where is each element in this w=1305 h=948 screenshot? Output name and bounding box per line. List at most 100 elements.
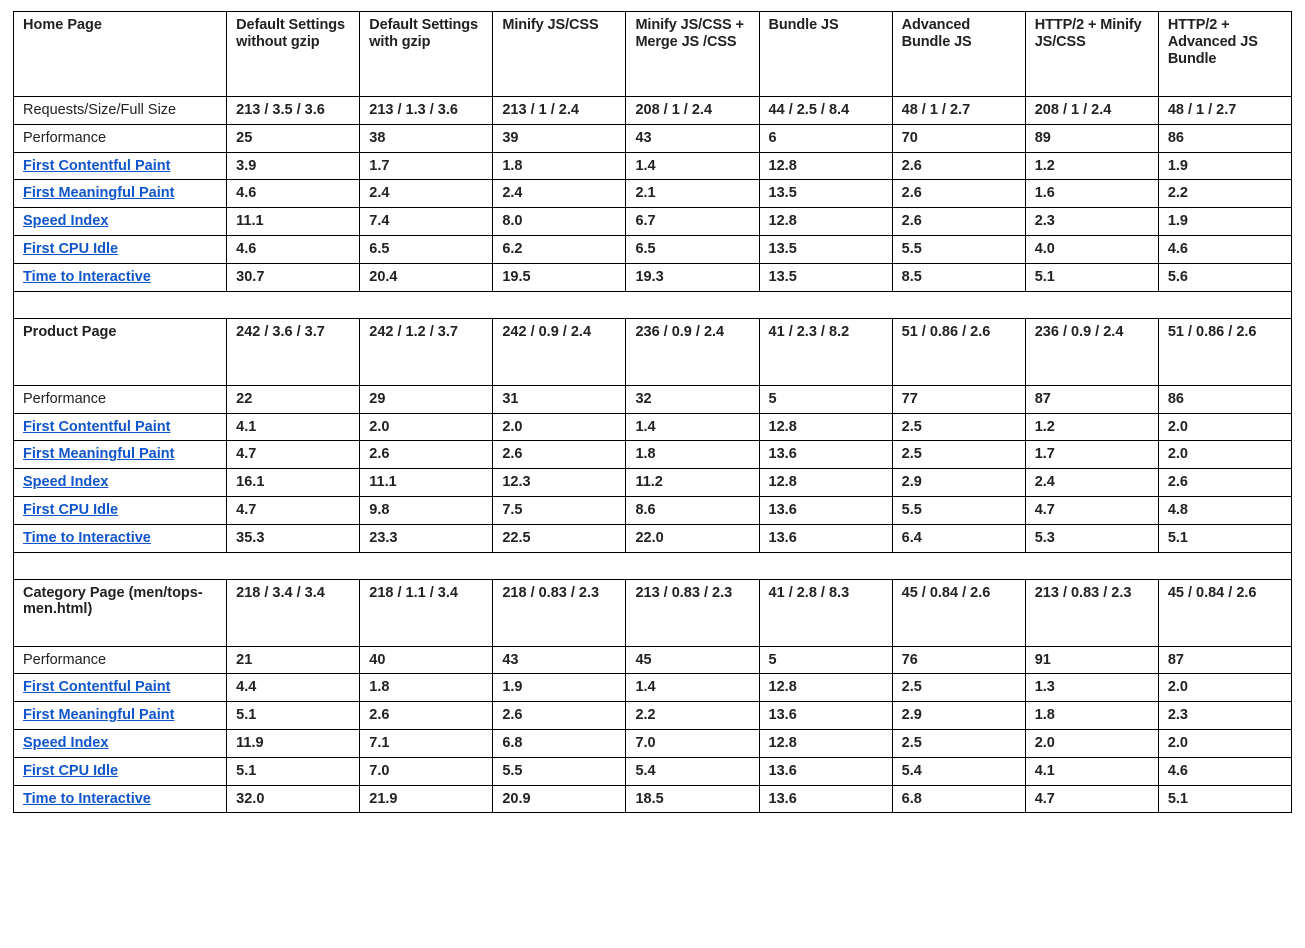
column-header-0: Default Settings without gzip bbox=[226, 11, 361, 97]
metric-value-cell: 12.3 bbox=[492, 468, 627, 497]
metric-value-cell: 6.5 bbox=[359, 235, 494, 264]
metric-value-cell: 20.9 bbox=[492, 784, 627, 814]
metric-value-cell: 2.3 bbox=[1024, 207, 1159, 237]
metric-link[interactable]: First Contentful Paint bbox=[23, 419, 170, 435]
metric-value-cell: 12.8 bbox=[758, 151, 893, 181]
metric-value-cell: 2.5 bbox=[891, 412, 1026, 442]
block-summary-cell-3: 213 / 0.83 / 2.3 bbox=[625, 578, 760, 647]
table-row: Performance 25 38 39 43 6 70 89 86 bbox=[12, 123, 1293, 153]
metric-value-cell: 4.7 bbox=[1024, 784, 1159, 814]
metric-value-cell: 70 bbox=[891, 123, 1026, 153]
metric-value-cell: 2.0 bbox=[1157, 440, 1293, 470]
metric-value-cell: 4.7 bbox=[226, 440, 361, 470]
metric-value-cell: 13.5 bbox=[758, 262, 893, 292]
metric-value-cell: 213 / 1.3 / 3.6 bbox=[359, 96, 494, 125]
metric-value-cell: 7.4 bbox=[359, 207, 494, 237]
metric-value-cell: 91 bbox=[1024, 645, 1159, 675]
metric-link[interactable]: First Meaningful Paint bbox=[23, 185, 174, 201]
metric-label-cell: Performance bbox=[12, 384, 228, 414]
metric-label-cell[interactable]: First Meaningful Paint bbox=[12, 701, 228, 730]
metric-label-cell[interactable]: Speed Index bbox=[12, 729, 228, 758]
metric-value-cell: 19.5 bbox=[492, 262, 627, 292]
metric-value-cell: 2.2 bbox=[625, 701, 760, 730]
metric-link[interactable]: First Contentful Paint bbox=[23, 158, 170, 174]
metric-label-cell[interactable]: First Contentful Paint bbox=[12, 151, 228, 181]
table-row: Speed Index 11.1 7.4 8.0 6.7 12.8 2.6 2.3 1.9 bbox=[12, 207, 1293, 237]
metric-value-cell: 213 / 1 / 2.4 bbox=[492, 96, 627, 125]
metric-value-cell: 5.6 bbox=[1157, 262, 1293, 292]
metric-value-cell: 21 bbox=[226, 645, 361, 675]
metric-value-cell: 7.1 bbox=[359, 729, 494, 758]
metric-link[interactable]: First Meaningful Paint bbox=[23, 446, 174, 462]
metric-value-cell: 2.5 bbox=[891, 729, 1026, 758]
metric-link[interactable]: Time to Interactive bbox=[23, 269, 151, 285]
metric-link[interactable]: First CPU Idle bbox=[23, 241, 118, 257]
metric-link[interactable]: Speed Index bbox=[23, 474, 108, 490]
metric-value-cell: 45 bbox=[625, 645, 760, 675]
block-summary-cell-1: 218 / 1.1 / 3.4 bbox=[359, 578, 494, 647]
metric-label-cell[interactable]: First Contentful Paint bbox=[12, 673, 228, 703]
metric-link[interactable]: First Contentful Paint bbox=[23, 679, 170, 695]
metric-value-cell: 22.0 bbox=[625, 523, 760, 553]
metric-value-cell: 48 / 1 / 2.7 bbox=[891, 96, 1026, 125]
metric-value-cell: 8.0 bbox=[492, 207, 627, 237]
metric-label-cell[interactable]: Speed Index bbox=[12, 207, 228, 237]
metric-value-cell: 16.1 bbox=[226, 468, 361, 497]
metric-label-cell[interactable]: Time to Interactive bbox=[12, 262, 228, 292]
metric-label-cell[interactable]: Speed Index bbox=[12, 468, 228, 497]
metric-label-cell[interactable]: First CPU Idle bbox=[12, 495, 228, 525]
metric-label-cell[interactable]: First Contentful Paint bbox=[12, 412, 228, 442]
metric-value-cell: 35.3 bbox=[226, 523, 361, 553]
metric-value-cell: 6.7 bbox=[625, 207, 760, 237]
metric-value-cell: 5.1 bbox=[1157, 784, 1293, 814]
metric-link[interactable]: Time to Interactive bbox=[23, 530, 151, 546]
metric-value-cell: 1.8 bbox=[359, 673, 494, 703]
metric-value-cell: 6 bbox=[758, 123, 893, 153]
metric-value-cell: 5.1 bbox=[1024, 262, 1159, 292]
metric-link[interactable]: Time to Interactive bbox=[23, 791, 151, 807]
metric-value-cell: 4.1 bbox=[1024, 756, 1159, 786]
metric-label-cell[interactable]: First CPU Idle bbox=[12, 235, 228, 264]
metric-value-cell: 11.1 bbox=[359, 468, 494, 497]
metric-value-cell: 2.1 bbox=[625, 179, 760, 209]
metric-link[interactable]: Speed Index bbox=[23, 213, 108, 229]
metric-label-cell[interactable]: First Meaningful Paint bbox=[12, 179, 228, 209]
metric-value-cell: 1.7 bbox=[359, 151, 494, 181]
table-row: Speed Index 11.9 7.1 6.8 7.0 12.8 2.5 2.0 2.0 bbox=[12, 729, 1293, 758]
metric-value-cell: 87 bbox=[1157, 645, 1293, 675]
metric-value-cell: 5 bbox=[758, 384, 893, 414]
metric-label-cell[interactable]: Time to Interactive bbox=[12, 523, 228, 553]
metric-value-cell: 2.6 bbox=[891, 179, 1026, 209]
metric-value-cell: 2.6 bbox=[359, 440, 494, 470]
metric-value-cell: 12.8 bbox=[758, 207, 893, 237]
metric-value-cell: 4.6 bbox=[1157, 756, 1293, 786]
metric-label-cell[interactable]: Time to Interactive bbox=[12, 784, 228, 814]
metric-link[interactable]: First CPU Idle bbox=[23, 763, 118, 779]
metric-value-cell: 1.4 bbox=[625, 151, 760, 181]
metric-value-cell: 2.5 bbox=[891, 673, 1026, 703]
table-row: First CPU Idle 4.7 9.8 7.5 8.6 13.6 5.5 4.7 4.8 bbox=[12, 495, 1293, 525]
metric-link[interactable]: First CPU Idle bbox=[23, 502, 118, 518]
metric-value-cell: 12.8 bbox=[758, 468, 893, 497]
table-row: First Contentful Paint 4.1 2.0 2.0 1.4 12.8 2.… bbox=[12, 412, 1293, 442]
metric-link[interactable]: First Meaningful Paint bbox=[23, 707, 174, 723]
metric-value-cell: 2.4 bbox=[359, 179, 494, 209]
metric-value-cell: 11.1 bbox=[226, 207, 361, 237]
metric-value-cell: 9.8 bbox=[359, 495, 494, 525]
block-summary-cell-0: 218 / 3.4 / 3.4 bbox=[226, 578, 361, 647]
metric-value-cell: 23.3 bbox=[359, 523, 494, 553]
table-row: First Meaningful Paint 4.6 2.4 2.4 2.1 13.5 2.… bbox=[12, 179, 1293, 209]
metric-link[interactable]: Speed Index bbox=[23, 735, 108, 751]
metric-value-cell: 213 / 3.5 / 3.6 bbox=[226, 96, 361, 125]
metric-value-cell: 12.8 bbox=[758, 412, 893, 442]
metric-value-cell: 2.4 bbox=[492, 179, 627, 209]
metric-label-cell[interactable]: First Meaningful Paint bbox=[12, 440, 228, 470]
metric-value-cell: 2.6 bbox=[1157, 468, 1293, 497]
metric-value-cell: 13.6 bbox=[758, 495, 893, 525]
table-row: Speed Index 16.1 11.1 12.3 11.2 12.8 2.9 2.4 2.6 bbox=[12, 468, 1293, 497]
metric-label-cell[interactable]: First CPU Idle bbox=[12, 756, 228, 786]
block-summary-cell-2: 242 / 0.9 / 2.4 bbox=[492, 317, 627, 386]
metric-value-cell: 8.6 bbox=[625, 495, 760, 525]
metric-value-cell: 12.8 bbox=[758, 729, 893, 758]
metric-value-cell: 25 bbox=[226, 123, 361, 153]
